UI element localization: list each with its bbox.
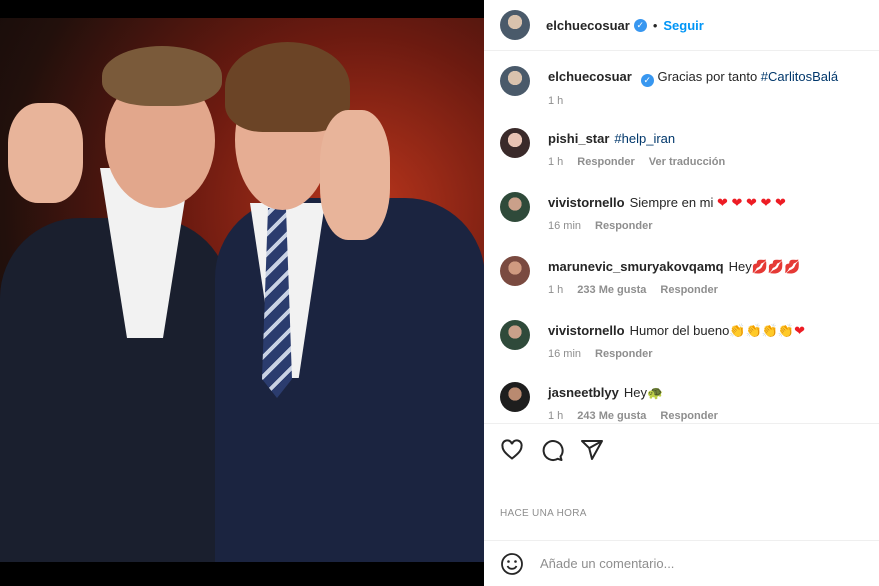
verified-badge-icon: ✓	[633, 18, 647, 32]
verified-badge-icon: ✓	[640, 74, 654, 87]
reply-button[interactable]: Responder	[577, 156, 634, 168]
person-left-suit	[0, 218, 230, 562]
heart-emoji: ❤ ❤ ❤ ❤ ❤	[717, 195, 786, 210]
avatar[interactable]	[500, 192, 530, 222]
likes-count[interactable]: 243 Me gusta	[577, 410, 646, 422]
person-right-ok-hand	[320, 110, 390, 240]
avatar[interactable]	[500, 128, 530, 158]
follow-button[interactable]: Seguir	[663, 18, 703, 33]
caption-hashtag[interactable]: #CarlitosBalá	[761, 69, 838, 84]
translate-button[interactable]: Ver traducción	[649, 156, 725, 168]
comment-text: Siempre en mi	[629, 195, 714, 210]
reply-button[interactable]: Responder	[660, 410, 717, 422]
avatar[interactable]	[500, 66, 530, 96]
share-icon[interactable]	[580, 438, 604, 462]
turtle-emoji: 🐢	[646, 385, 664, 400]
separator-dot: •	[652, 17, 658, 33]
like-icon[interactable]	[500, 438, 524, 462]
post-timestamp: HACE UNA HORA	[500, 508, 587, 519]
caption-time: 1 h	[548, 95, 564, 107]
comment-time: 1 h	[548, 156, 564, 168]
post-header: elchuecosuar ✓ • Seguir	[484, 0, 879, 51]
comment-icon[interactable]	[540, 438, 564, 462]
comment-username[interactable]: jasneetblyy	[548, 385, 619, 400]
instagram-post-view: elchuecosuar ✓ • Seguir elchuecosuar ✓ Gr…	[0, 0, 879, 586]
person-left-hair	[102, 46, 222, 106]
comment-time: 1 h	[548, 410, 564, 422]
avatar[interactable]	[500, 382, 530, 412]
person-left-ok-hand	[8, 103, 83, 203]
avatar[interactable]	[500, 10, 530, 40]
lips-emoji: 💋💋💋	[751, 259, 801, 274]
comment-time: 16 min	[548, 220, 582, 232]
comments-list[interactable]: elchuecosuar ✓ Gracias por tanto #Carlito…	[484, 52, 879, 422]
add-comment-bar	[484, 540, 879, 586]
post-username[interactable]: elchuecosuar	[546, 18, 630, 33]
emoji-icon[interactable]	[500, 552, 524, 576]
avatar[interactable]	[500, 320, 530, 350]
comment-time: 16 min	[548, 348, 582, 360]
reply-button[interactable]: Responder	[660, 284, 717, 296]
reply-button[interactable]: Responder	[595, 220, 652, 232]
comment-hashtag[interactable]: #help_iran	[614, 131, 675, 146]
comment-text: Humor del bueno	[629, 323, 730, 338]
post-side-panel: elchuecosuar ✓ • Seguir elchuecosuar ✓ Gr…	[484, 0, 879, 586]
heart-emoji: ❤	[794, 323, 805, 338]
post-actions	[484, 423, 879, 483]
clap-emoji: 👏👏👏👏	[729, 323, 795, 338]
comment-text: Hey	[623, 385, 647, 400]
comment-username[interactable]: vivistornello	[548, 195, 625, 210]
caption-text: Gracias por tanto	[657, 69, 758, 84]
comment-text: Hey	[728, 259, 752, 274]
likes-count[interactable]: 233 Me gusta	[577, 284, 646, 296]
comment-username[interactable]: vivistornello	[548, 323, 625, 338]
person-right-suit	[215, 198, 484, 562]
comment-input[interactable]	[540, 556, 840, 571]
comment-username[interactable]: marunevic_smuryakovqamq	[548, 259, 724, 274]
avatar[interactable]	[500, 256, 530, 286]
post-photo	[0, 18, 484, 562]
comment-time: 1 h	[548, 284, 564, 296]
reply-button[interactable]: Responder	[595, 348, 652, 360]
comment-username[interactable]: pishi_star	[548, 131, 609, 146]
caption-username[interactable]: elchuecosuar	[548, 69, 632, 84]
